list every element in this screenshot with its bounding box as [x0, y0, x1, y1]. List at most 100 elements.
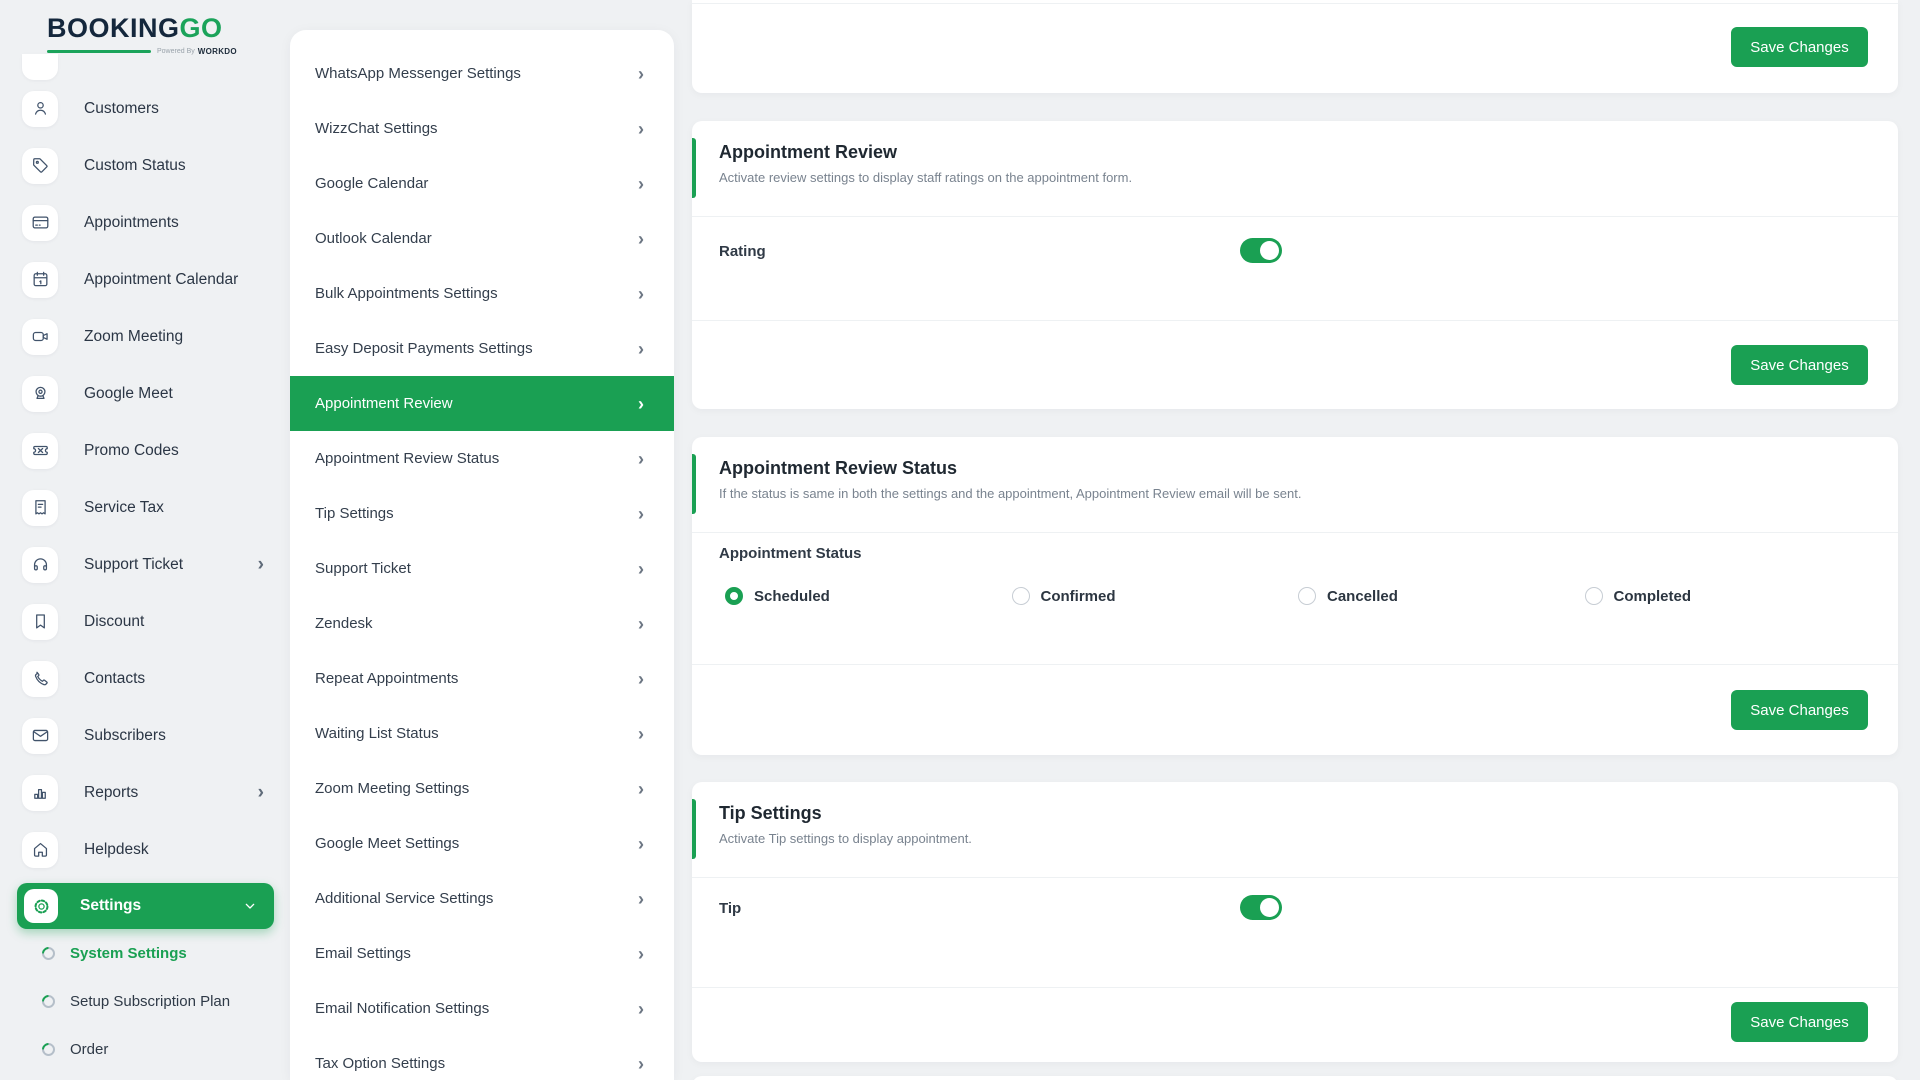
sidebar-item-support-ticket[interactable]: Support Ticket ›	[0, 536, 290, 593]
card-partial-bottom	[692, 1076, 1898, 1080]
radio-icon[interactable]	[1585, 587, 1603, 605]
chevron-right-icon: ›	[638, 1000, 644, 1018]
radio-label: Completed	[1614, 588, 1692, 605]
menu-item-zoom-meeting-settings[interactable]: Zoom Meeting Settings›	[290, 761, 674, 816]
menu-item-label: Easy Deposit Payments Settings	[315, 340, 533, 357]
sidebar-subitem-order[interactable]: Order	[0, 1025, 290, 1073]
menu-item-appointment-review[interactable]: Appointment Review ›	[290, 376, 674, 431]
sidebar-item-zoom-meeting[interactable]: Zoom Meeting	[0, 308, 290, 365]
sidebar-subitem-setup-subscription-plan[interactable]: Setup Subscription Plan	[0, 977, 290, 1025]
chevron-right-icon: ›	[638, 835, 644, 853]
bullet-icon	[39, 1040, 57, 1058]
radio-icon[interactable]	[1012, 587, 1030, 605]
menu-item-appointment-review-status[interactable]: Appointment Review Status›	[290, 431, 674, 486]
save-changes-button[interactable]: Save Changes	[1731, 27, 1868, 67]
save-changes-button[interactable]: Save Changes	[1731, 345, 1868, 385]
bookmark-icon	[22, 604, 58, 640]
menu-item-google-calendar[interactable]: Google Calendar›	[290, 156, 674, 211]
radio-selected-icon[interactable]	[725, 587, 743, 605]
sidebar-item-promo-codes[interactable]: Promo Codes	[0, 422, 290, 479]
sidebar-item-reports[interactable]: Reports ›	[0, 764, 290, 821]
radio-icon[interactable]	[1298, 587, 1316, 605]
receipt-icon	[22, 490, 58, 526]
menu-item-label: Appointment Review	[315, 395, 453, 412]
radio-option-completed[interactable]: Completed	[1585, 587, 1872, 605]
user-icon	[22, 91, 58, 127]
sidebar-item-partial-icon[interactable]	[22, 54, 58, 80]
menu-item-email-settings[interactable]: Email Settings›	[290, 926, 674, 981]
menu-item-label: Tax Option Settings	[315, 1055, 445, 1072]
sidebar-item-custom-status[interactable]: Custom Status	[0, 137, 290, 194]
card-description: If the status is same in both the settin…	[719, 486, 1871, 501]
radio-option-confirmed[interactable]: Confirmed	[1012, 587, 1299, 605]
menu-item-outlook-calendar[interactable]: Outlook Calendar›	[290, 211, 674, 266]
bookinggo-logo: BOOKINGGO Powered By WORKDO	[47, 14, 237, 56]
sidebar-item-label: Service Tax	[84, 499, 164, 517]
menu-item-label: Support Ticket	[315, 560, 411, 577]
sidebar-item-label: Reports	[84, 784, 138, 802]
menu-item-tax-option-settings[interactable]: Tax Option Settings ›	[290, 1036, 674, 1080]
rating-label: Rating	[719, 243, 766, 260]
sidebar-item-helpdesk[interactable]: Helpdesk	[0, 821, 290, 878]
radio-option-cancelled[interactable]: Cancelled	[1298, 587, 1585, 605]
chevron-right-icon: ›	[258, 555, 264, 574]
menu-item-label: WizzChat Settings	[315, 120, 438, 137]
sidebar-item-discount[interactable]: Discount	[0, 593, 290, 650]
rating-toggle[interactable]	[1240, 238, 1282, 263]
card-appointment-review-status: Appointment Review Status If the status …	[692, 437, 1898, 755]
appointment-status-label: Appointment Status	[719, 545, 862, 562]
video-camera-icon	[22, 319, 58, 355]
settings-menu-panel: WhatsApp Messenger Settings› WizzChat Se…	[290, 30, 674, 1080]
sidebar-item-google-meet[interactable]: Google Meet	[0, 365, 290, 422]
sidebar-nav: Customers Custom Status Appointments App…	[0, 54, 290, 1073]
divider	[692, 320, 1898, 321]
menu-item-wizzchat-settings[interactable]: WizzChat Settings ›	[290, 101, 674, 156]
menu-item-tip-settings[interactable]: Tip Settings›	[290, 486, 674, 541]
sidebar-item-service-tax[interactable]: Service Tax	[0, 479, 290, 536]
tip-toggle[interactable]	[1240, 895, 1282, 920]
sidebar-item-label: Contacts	[84, 670, 145, 688]
save-changes-button[interactable]: Save Changes	[1731, 1002, 1868, 1042]
sidebar-item-appointment-calendar[interactable]: Appointment Calendar	[0, 251, 290, 308]
chevron-right-icon: ›	[638, 615, 644, 633]
menu-item-zendesk[interactable]: Zendesk›	[290, 596, 674, 651]
card-title: Tip Settings	[719, 803, 1871, 824]
card-description: Activate review settings to display staf…	[719, 170, 1871, 185]
sidebar-item-label: Zoom Meeting	[84, 328, 183, 346]
sidebar-item-subscribers[interactable]: Subscribers	[0, 707, 290, 764]
sidebar-item-appointments[interactable]: Appointments	[0, 194, 290, 251]
menu-item-additional-service-settings[interactable]: Additional Service Settings›	[290, 871, 674, 926]
toggle-knob	[1260, 898, 1279, 917]
menu-item-email-notification-settings[interactable]: Email Notification Settings›	[290, 981, 674, 1036]
menu-item-label: Outlook Calendar	[315, 230, 432, 247]
menu-item-repeat-appointments[interactable]: Repeat Appointments›	[290, 651, 674, 706]
sidebar-subitem-system-settings[interactable]: System Settings	[0, 929, 290, 977]
chevron-right-icon: ›	[638, 1055, 644, 1073]
chevron-right-icon: ›	[638, 120, 644, 138]
chevron-right-icon: ›	[638, 395, 644, 413]
bullet-icon	[39, 944, 57, 962]
sidebar-item-label: Google Meet	[84, 385, 173, 403]
radio-option-scheduled[interactable]: Scheduled	[725, 587, 1012, 605]
menu-item-label: Google Calendar	[315, 175, 428, 192]
chevron-right-icon: ›	[638, 945, 644, 963]
bookinggo-app: BOOKINGGO Powered By WORKDO Customers Cu…	[0, 0, 1920, 1080]
save-changes-button[interactable]: Save Changes	[1731, 690, 1868, 730]
menu-item-easy-deposit-payments-settings[interactable]: Easy Deposit Payments Settings›	[290, 321, 674, 376]
menu-item-whatsapp-messenger-settings[interactable]: WhatsApp Messenger Settings›	[290, 46, 674, 101]
menu-item-label: Bulk Appointments Settings	[315, 285, 498, 302]
gear-icon	[24, 889, 58, 923]
sidebar-item-label: Subscribers	[84, 727, 166, 745]
menu-item-bulk-appointments-settings[interactable]: Bulk Appointments Settings›	[290, 266, 674, 321]
tip-label: Tip	[719, 900, 741, 917]
menu-item-label: Appointment Review Status	[315, 450, 499, 467]
chevron-right-icon: ›	[258, 783, 264, 802]
divider	[692, 987, 1898, 988]
menu-item-google-meet-settings[interactable]: Google Meet Settings›	[290, 816, 674, 871]
sidebar-item-contacts[interactable]: Contacts	[0, 650, 290, 707]
sidebar-item-customers[interactable]: Customers	[0, 80, 290, 137]
menu-item-support-ticket[interactable]: Support Ticket›	[290, 541, 674, 596]
menu-item-waiting-list-status[interactable]: Waiting List Status›	[290, 706, 674, 761]
tag-icon	[22, 148, 58, 184]
sidebar-item-settings[interactable]: Settings	[17, 883, 274, 929]
